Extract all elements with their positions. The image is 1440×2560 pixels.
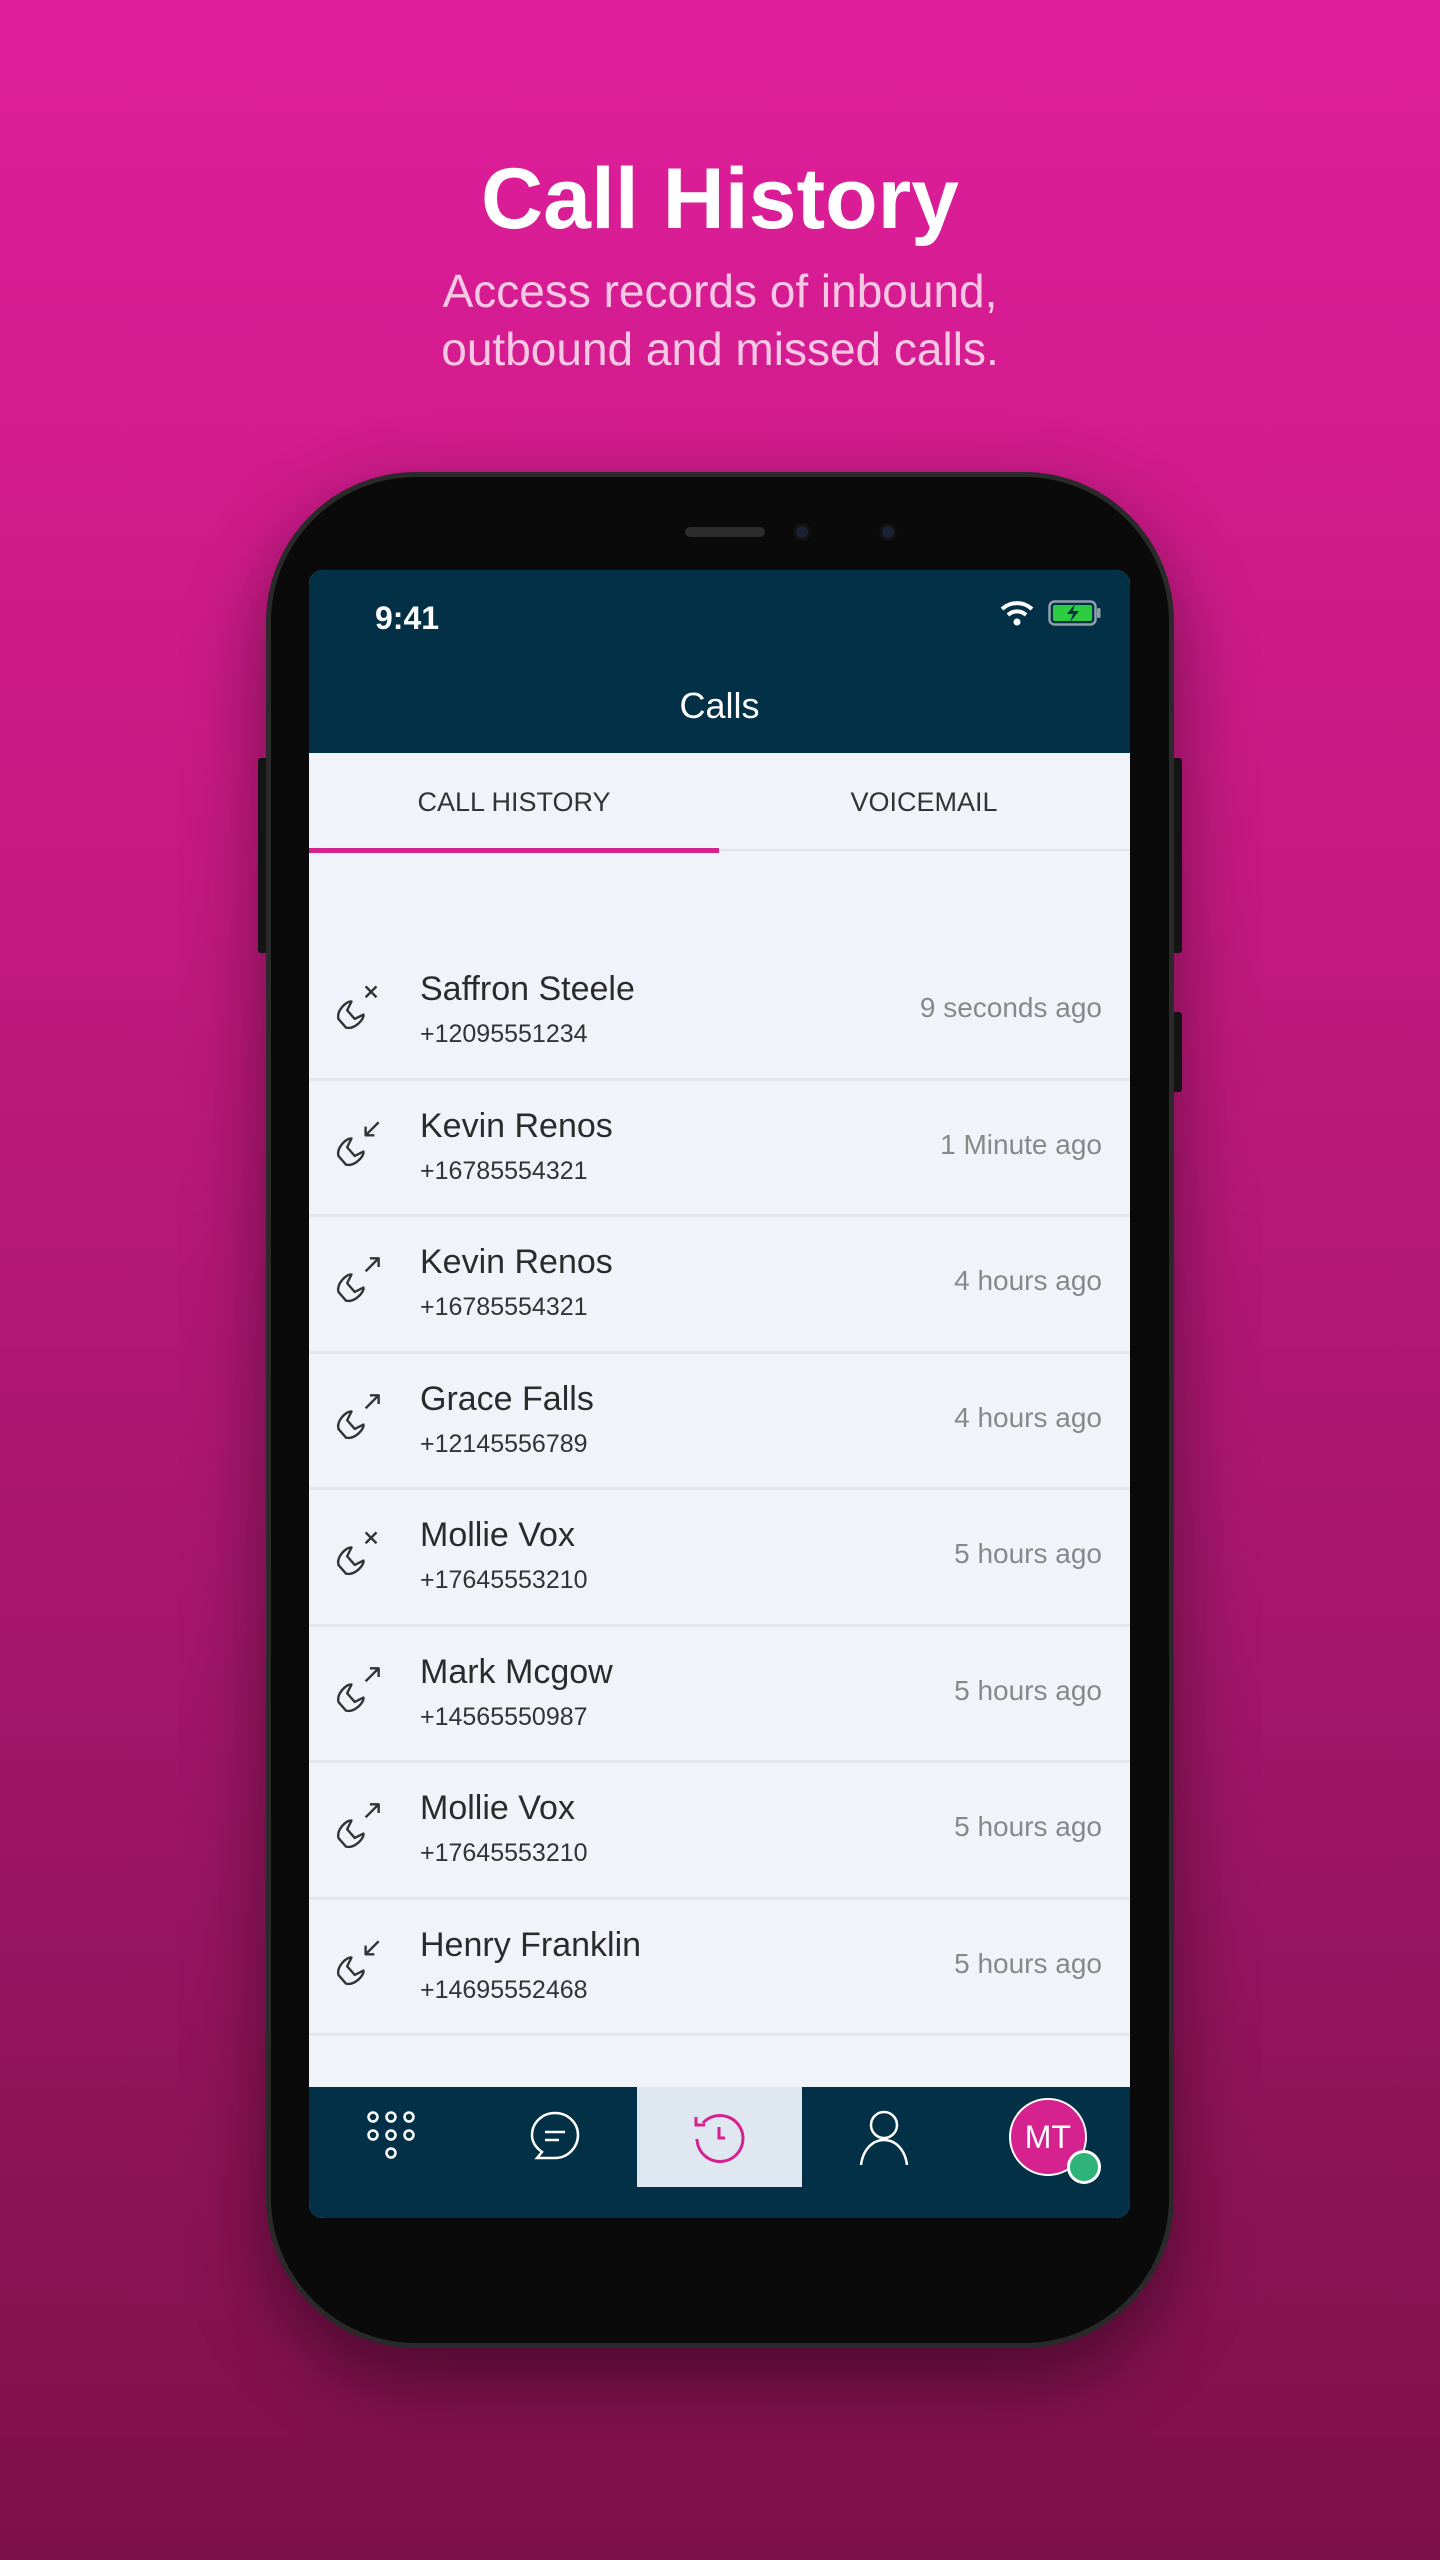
outgoing-call-icon — [337, 1666, 380, 1712]
avatar-initials: MT — [1024, 2118, 1071, 2155]
hero-subtitle-line: Access records of inbound, — [442, 265, 998, 317]
outgoing-call-icon — [337, 1803, 380, 1849]
contacts-icon — [859, 2110, 908, 2166]
nav-messages[interactable] — [473, 2087, 637, 2187]
caller-number: +14695552468 — [420, 1975, 588, 2004]
call-time: 5 hours ago — [954, 1538, 1102, 1569]
status-time: 9:41 — [375, 600, 440, 636]
call-time: 5 hours ago — [954, 1947, 1102, 1979]
app-header: 9:41 Calls — [309, 570, 1130, 753]
missed-call-icon — [337, 985, 378, 1030]
bottom-nav: MT — [309, 2087, 1130, 2218]
caller-number: +16785554321 — [420, 1156, 588, 1185]
call-row[interactable]: Saffron Steele +12095551234 9 seconds ag… — [309, 944, 1130, 1081]
caller-number: +17645553210 — [420, 1566, 588, 1594]
caller-number: +12095551234 — [420, 1020, 588, 1048]
header-title: Calls — [679, 685, 760, 726]
call-row[interactable]: Mollie Vox +17645553210 5 hours ago — [309, 1763, 1130, 1900]
presence-indicator — [1066, 2150, 1101, 2184]
battery-charging-icon — [1048, 600, 1101, 626]
phone-camera — [793, 523, 811, 541]
incoming-call-icon — [337, 1939, 380, 1985]
nav-call-history[interactable] — [637, 2087, 802, 2187]
nav-contacts[interactable] — [802, 2087, 966, 2187]
tab-voicemail[interactable]: VOICEMAIL — [719, 753, 1129, 851]
call-time: 4 hours ago — [954, 1401, 1102, 1433]
call-row[interactable]: Kevin Renos +16785554321 1 Minute ago — [309, 1081, 1130, 1217]
caller-number: +16785554321 — [420, 1293, 588, 1321]
app-screen: 9:41 Calls CALL HISTORY VOICEMAIL Saffro… — [309, 570, 1130, 2218]
call-time: 4 hours ago — [954, 1265, 1102, 1296]
caller-name: Henry Franklin — [420, 1925, 642, 1964]
caller-number: +12145556789 — [420, 1429, 588, 1458]
tab-bar: CALL HISTORY VOICEMAIL — [309, 753, 1130, 853]
call-time: 1 Minute ago — [940, 1128, 1102, 1160]
outgoing-call-icon — [337, 1257, 380, 1303]
caller-name: Kevin Renos — [420, 1106, 613, 1145]
nav-profile[interactable]: MT — [966, 2087, 1130, 2187]
caller-name: Saffron Steele — [420, 970, 635, 1008]
tab-call-history[interactable]: CALL HISTORY — [309, 753, 719, 853]
chat-icon — [531, 2111, 580, 2160]
call-row[interactable]: Henry Franklin +14695552468 5 hours ago — [309, 1900, 1130, 2036]
hero-subtitle: Access records of inbound, outbound and … — [0, 262, 1440, 378]
call-time: 9 seconds ago — [919, 992, 1102, 1023]
hero-subtitle-line: outbound and missed calls. — [441, 323, 999, 375]
incoming-call-icon — [337, 1120, 380, 1166]
phone-speaker — [685, 527, 765, 537]
nav-keypad[interactable] — [309, 2087, 473, 2187]
call-list: Saffron Steele +12095551234 9 seconds ag… — [309, 944, 1130, 2036]
wifi-icon — [1000, 601, 1034, 626]
call-row[interactable]: Mollie Vox +17645553210 5 hours ago — [309, 1490, 1130, 1627]
call-row[interactable]: Grace Falls +12145556789 4 hours ago — [309, 1354, 1130, 1490]
caller-number: +14565550987 — [420, 1702, 588, 1731]
caller-number: +17645553210 — [420, 1839, 588, 1867]
keypad-icon — [367, 2111, 415, 2159]
hero-title: Call History — [481, 151, 959, 247]
history-icon — [694, 2114, 745, 2163]
caller-name: Grace Falls — [420, 1379, 594, 1418]
caller-name: Mark Mcgow — [420, 1652, 613, 1691]
caller-name: Mollie Vox — [420, 1789, 575, 1827]
call-row[interactable]: Mark Mcgow +14565550987 5 hours ago — [309, 1627, 1130, 1763]
phone-camera — [879, 523, 897, 541]
missed-call-icon — [337, 1531, 378, 1576]
outgoing-call-icon — [337, 1393, 380, 1439]
avatar[interactable]: MT — [1008, 2098, 1101, 2184]
call-time: 5 hours ago — [954, 1811, 1102, 1842]
call-row[interactable]: Kevin Renos +16785554321 4 hours ago — [309, 1217, 1130, 1354]
status-icons — [1000, 600, 1102, 626]
caller-name: Mollie Vox — [420, 1516, 575, 1554]
caller-name: Kevin Renos — [420, 1243, 613, 1281]
call-time: 5 hours ago — [954, 1674, 1102, 1706]
